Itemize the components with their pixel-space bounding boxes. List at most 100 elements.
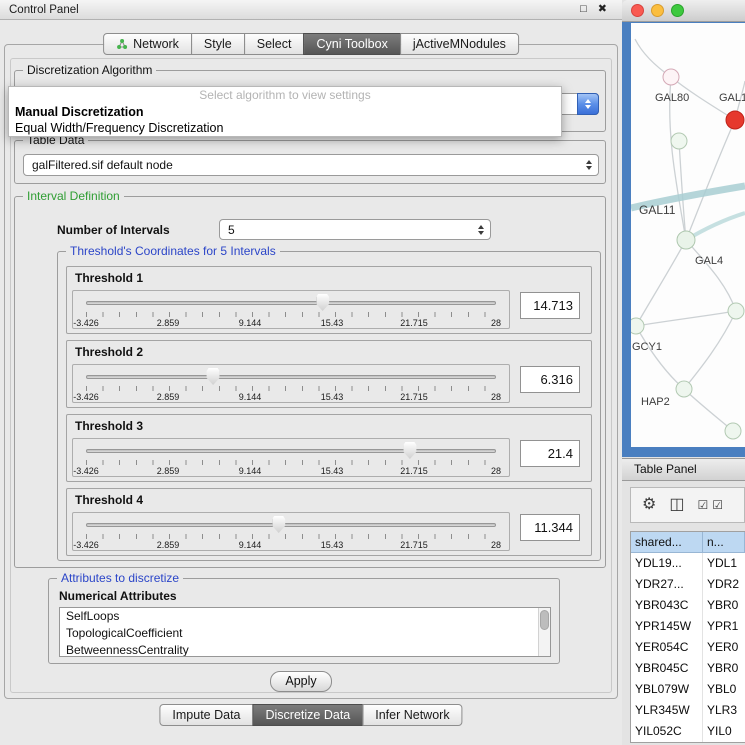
cell[interactable]: YDL19... — [631, 553, 703, 574]
threshold-label: Threshold 3 — [75, 419, 143, 433]
dropdown-option-equal-width-frequency[interactable]: Equal Width/Frequency Discretization — [9, 120, 561, 136]
checkbox-icon[interactable]: ☑ — [712, 499, 723, 511]
apply-button[interactable]: Apply — [270, 671, 332, 692]
algorithm-dropdown-popup: Select algorithm to view settings Manual… — [8, 86, 562, 137]
threshold-1-slider[interactable] — [86, 294, 496, 312]
cell[interactable]: YLR3 — [703, 700, 745, 721]
tab-style[interactable]: Style — [191, 33, 245, 55]
tab-impute-data[interactable]: Impute Data — [159, 704, 253, 726]
cell[interactable]: YER0 — [703, 637, 745, 658]
combobox-stepper[interactable] — [577, 93, 599, 115]
table-row[interactable]: YDR27... YDR2 — [631, 574, 745, 595]
float-window-icon[interactable]: □ — [580, 4, 587, 15]
scale-label: 28 — [491, 540, 501, 550]
node-gal80[interactable] — [663, 69, 679, 85]
threshold-1-panel: Threshold 1 -3.4262.8599.14415.4321.7152… — [66, 266, 592, 334]
cell[interactable]: YDR27... — [631, 574, 703, 595]
cell[interactable]: YDR2 — [703, 574, 745, 595]
threshold-3-value-field[interactable]: 21.4 — [520, 440, 580, 467]
cell[interactable]: YDL1 — [703, 553, 745, 574]
network-nodes — [631, 69, 744, 439]
tab-cyni-toolbox[interactable]: Cyni Toolbox — [303, 33, 400, 55]
cell[interactable]: YER054C — [631, 637, 703, 658]
list-item[interactable]: SelfLoops — [60, 608, 550, 625]
table-row[interactable]: YBR045C YBR0 — [631, 658, 745, 679]
close-window-icon[interactable]: ✖ — [598, 4, 607, 15]
slider-track[interactable] — [86, 523, 496, 527]
table-row[interactable]: YBL079W YBL0 — [631, 679, 745, 700]
threshold-2-value-field[interactable]: 6.316 — [520, 366, 580, 393]
dropdown-option-manual-discretization[interactable]: Manual Discretization — [9, 104, 561, 120]
attributes-list[interactable]: SelfLoops TopologicalCoefficient Between… — [59, 607, 551, 657]
node-hap2[interactable] — [676, 381, 692, 397]
node-attribute-table: shared... n... YDL19... YDL1 YDR27... YD… — [630, 531, 745, 743]
table-row[interactable]: YBR043C YBR0 — [631, 595, 745, 616]
table-data-value: galFiltered.sif default node — [32, 156, 173, 175]
node-gcy1[interactable] — [631, 318, 644, 334]
threshold-4-value-field[interactable]: 11.344 — [520, 514, 580, 541]
cell[interactable]: YPR145W — [631, 616, 703, 637]
tab-jactivemnodules[interactable]: jActiveMNodules — [400, 33, 519, 55]
network-canvas[interactable]: GAL80 GAL1 GAL11 GAL4 GCY1 HAP2 — [631, 23, 745, 447]
cell[interactable]: YPR1 — [703, 616, 745, 637]
table-row[interactable]: YPR145W YPR1 — [631, 616, 745, 637]
slider-track[interactable] — [86, 301, 496, 305]
slider-track[interactable] — [86, 375, 496, 379]
table-row[interactable]: YIL052C YIL0 — [631, 721, 745, 742]
close-traffic-light[interactable] — [631, 4, 644, 17]
slider-thumb[interactable] — [403, 442, 416, 459]
screen: Control Panel □ ✖ Network — [0, 0, 745, 745]
threshold-label: Threshold 4 — [75, 493, 143, 507]
slider-thumb[interactable] — [207, 368, 220, 385]
cell[interactable]: YBL079W — [631, 679, 703, 700]
cell[interactable]: YBR043C — [631, 595, 703, 616]
column-header-name[interactable]: n... — [703, 532, 745, 553]
table-row[interactable]: YDL19... YDL1 — [631, 553, 745, 574]
table-data-combobox[interactable]: galFiltered.sif default node — [23, 154, 599, 176]
list-item[interactable]: TopologicalCoefficient — [60, 625, 550, 642]
scrollbar-thumb[interactable] — [540, 610, 549, 630]
list-item[interactable]: BetweennessCentrality — [60, 642, 550, 657]
threshold-3-slider[interactable] — [86, 442, 496, 460]
gear-icon[interactable]: ⚙ — [642, 497, 656, 513]
cell[interactable]: YBR045C — [631, 658, 703, 679]
scale-label: 2.859 — [157, 392, 180, 402]
node[interactable] — [671, 133, 687, 149]
zoom-traffic-light[interactable] — [671, 4, 684, 17]
node[interactable] — [728, 303, 744, 319]
tab-network[interactable]: Network — [103, 33, 192, 55]
tab-select[interactable]: Select — [244, 33, 305, 55]
columns-icon[interactable]: ◫ — [669, 497, 684, 513]
list-scrollbar[interactable] — [538, 608, 550, 656]
cell[interactable]: YBR0 — [703, 595, 745, 616]
scale-label: 21.715 — [400, 466, 428, 476]
selected-red-node[interactable] — [726, 111, 744, 129]
slider-scale: -3.4262.8599.14415.4321.71528 — [86, 392, 496, 402]
node-gal4[interactable] — [677, 231, 695, 249]
minimize-traffic-light[interactable] — [651, 4, 664, 17]
slider-thumb[interactable] — [272, 516, 285, 533]
cell[interactable]: YLR345W — [631, 700, 703, 721]
num-intervals-combobox[interactable]: 5 — [219, 219, 491, 240]
cell[interactable]: YBL0 — [703, 679, 745, 700]
slider-ticks — [86, 386, 496, 391]
cell[interactable]: YIL0 — [703, 721, 745, 742]
threshold-1-value-field[interactable]: 14.713 — [520, 292, 580, 319]
threshold-2-slider[interactable] — [86, 368, 496, 386]
cell[interactable]: YBR0 — [703, 658, 745, 679]
checkbox-icon[interactable]: ☑ — [697, 499, 708, 511]
tab-infer-network[interactable]: Infer Network — [362, 704, 462, 726]
node[interactable] — [725, 423, 741, 439]
table-row[interactable]: YLR345W YLR3 — [631, 700, 745, 721]
tab-discretize-data[interactable]: Discretize Data — [253, 704, 364, 726]
threshold-label: Threshold 2 — [75, 345, 143, 359]
cell[interactable]: YIL052C — [631, 721, 703, 742]
slider-thumb[interactable] — [316, 294, 329, 311]
threshold-4-slider[interactable] — [86, 516, 496, 534]
column-header-shared-name[interactable]: shared... — [631, 532, 703, 553]
scale-label: 28 — [491, 466, 501, 476]
attributes-group: Attributes to discretize Numerical Attri… — [48, 578, 560, 664]
slider-scale: -3.4262.8599.14415.4321.71528 — [86, 318, 496, 328]
table-row[interactable]: YER054C YER0 — [631, 637, 745, 658]
slider-track[interactable] — [86, 449, 496, 453]
